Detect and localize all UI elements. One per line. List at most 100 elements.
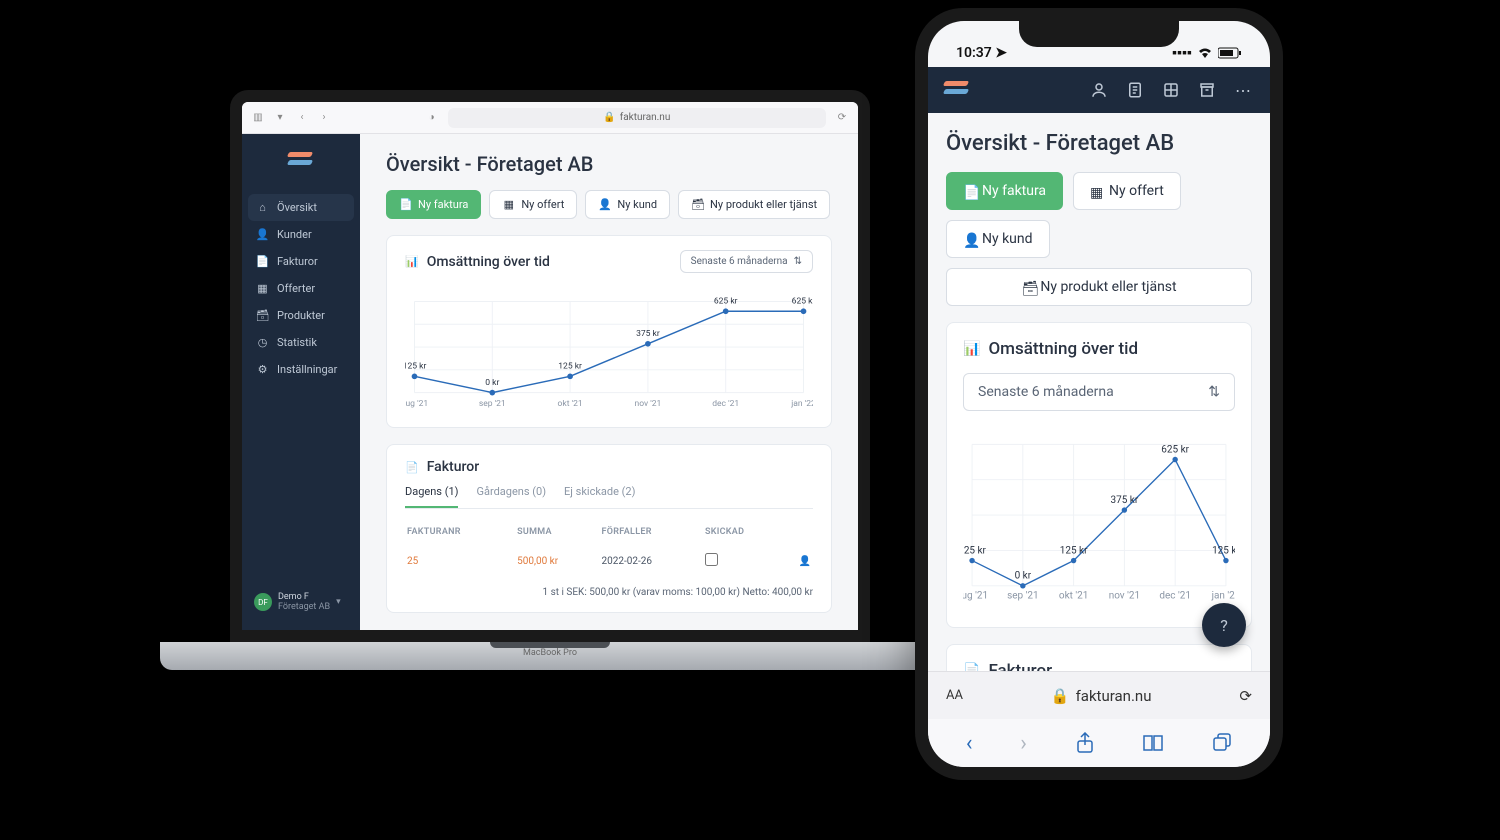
sidebar-item-statistik[interactable]: ◷Statistik xyxy=(242,329,360,356)
chart-icon: 📊 xyxy=(963,341,980,357)
sidebar-item-oversikt[interactable]: ⌂Översikt xyxy=(248,194,354,221)
bookmarks-icon[interactable] xyxy=(1142,734,1164,752)
tab-gardagens[interactable]: Gårdagens (0) xyxy=(476,485,546,508)
svg-text:125 kr: 125 kr xyxy=(558,362,582,372)
file-icon: 📄 xyxy=(963,663,980,671)
url-text: fakturan.nu xyxy=(620,112,671,123)
svg-text:jan '22: jan '22 xyxy=(1211,591,1235,602)
user-icon: 👤 xyxy=(598,198,611,211)
svg-text:nov '21: nov '21 xyxy=(1109,591,1140,602)
card-title: Fakturor xyxy=(427,459,479,475)
sidebar-item-kunder[interactable]: 👤Kunder xyxy=(242,221,360,248)
sidebar-toggle-icon[interactable]: ▥ xyxy=(252,112,264,124)
file-icon: 📄 xyxy=(256,255,269,268)
page-title: Översikt - Företaget AB xyxy=(946,131,1252,156)
archive-icon: 🗃 xyxy=(256,309,269,322)
invoices-card: 📄 Fakturor Dagens (1) Gårdagens (0) Ej s… xyxy=(386,444,832,613)
tab-dagens[interactable]: Dagens (1) xyxy=(405,485,458,508)
svg-text:okt '21: okt '21 xyxy=(558,399,583,409)
archive-icon: 🗃 xyxy=(691,198,704,211)
reload-icon[interactable]: ⟳ xyxy=(1239,687,1252,705)
table-row[interactable]: 25 500,00 kr 2022-02-26 👤 xyxy=(407,545,811,577)
svg-text:sep '21: sep '21 xyxy=(1007,591,1038,602)
help-fab[interactable]: ? xyxy=(1202,603,1246,647)
card-title: Fakturor xyxy=(988,661,1052,671)
share-icon[interactable] xyxy=(1075,732,1095,754)
grid-icon: ▦ xyxy=(502,198,515,211)
header-more-icon[interactable]: ⋯ xyxy=(1232,79,1254,101)
chart-icon: 📊 xyxy=(405,255,419,268)
sent-checkbox[interactable] xyxy=(705,553,718,566)
turnover-card: 📊 Omsättning över tid Senaste 6 månadern… xyxy=(946,322,1252,628)
range-select[interactable]: Senaste 6 månaderna⇅ xyxy=(963,373,1235,411)
gear-icon: ⚙ xyxy=(256,363,269,376)
turnover-chart: 125 kr0 kr125 kr375 kr625 kr625 kraug '2… xyxy=(405,283,813,413)
shield-icon[interactable]: ◑ xyxy=(426,112,438,124)
lock-icon: 🔒 xyxy=(1051,687,1070,705)
tab-ej-skickade[interactable]: Ej skickade (2) xyxy=(564,485,635,508)
svg-text:375 kr: 375 kr xyxy=(636,329,660,339)
chevron-down-icon: ▾ xyxy=(336,597,341,607)
laptop-mockup: ▥ ▾ ‹ › ◑ 🔒 fakturan.nu ⟳ ⌂Översikt 👤Kun… xyxy=(160,90,940,730)
sidebar-item-produkter[interactable]: 🗃Produkter xyxy=(242,302,360,329)
clock-icon: ◷ xyxy=(256,336,269,349)
new-invoice-button[interactable]: 📄Ny faktura xyxy=(386,190,481,219)
app-logo xyxy=(288,152,314,170)
header-file-icon[interactable] xyxy=(1124,79,1146,101)
sidebar-item-installningar[interactable]: ⚙Inställningar xyxy=(242,356,360,383)
new-quote-button[interactable]: ▦Ny offert xyxy=(1073,172,1181,210)
safari-toolbar: ▥ ▾ ‹ › ◑ 🔒 fakturan.nu ⟳ xyxy=(242,102,858,134)
svg-text:jan '22: jan '22 xyxy=(790,399,813,409)
svg-text:dec '21: dec '21 xyxy=(712,399,739,409)
new-quote-button[interactable]: ▦Ny offert xyxy=(489,190,577,219)
address-bar[interactable]: 🔒 fakturan.nu xyxy=(448,108,826,128)
header-archive-icon[interactable] xyxy=(1196,79,1218,101)
text-size-icon[interactable]: AA xyxy=(946,688,963,703)
back-icon[interactable]: ‹ xyxy=(296,112,308,124)
svg-text:125 kr: 125 kr xyxy=(963,545,987,556)
location-icon: ➤ xyxy=(995,45,1007,61)
new-invoice-button[interactable]: 📄Ny faktura xyxy=(946,172,1063,210)
back-icon[interactable]: ‹ xyxy=(966,731,973,756)
svg-text:0 kr: 0 kr xyxy=(1015,571,1032,582)
select-arrows-icon: ⇅ xyxy=(1208,384,1220,400)
file-icon: 📄 xyxy=(405,461,419,474)
svg-text:625 kr: 625 kr xyxy=(1161,444,1189,455)
new-customer-button[interactable]: 👤Ny kund xyxy=(585,190,670,219)
range-select[interactable]: Senaste 6 månaderna⇅ xyxy=(680,250,813,273)
svg-text:aug '21: aug '21 xyxy=(963,591,988,602)
invoice-number-link[interactable]: 25 xyxy=(407,545,515,577)
sidebar-item-fakturor[interactable]: 📄Fakturor xyxy=(242,248,360,275)
new-product-button[interactable]: 🗃Ny produkt eller tjänst xyxy=(946,268,1252,306)
select-arrows-icon: ⇅ xyxy=(794,256,802,267)
user-icon: 👤 xyxy=(963,233,976,246)
tabs-icon[interactable] xyxy=(1212,733,1232,753)
header-user-icon[interactable] xyxy=(1088,79,1110,101)
new-customer-button[interactable]: 👤Ny kund xyxy=(946,220,1050,258)
new-product-button[interactable]: 🗃Ny produkt eller tjänst xyxy=(678,190,830,219)
turnover-card: 📊 Omsättning över tid Senaste 6 månadern… xyxy=(386,235,832,428)
phone-mockup: 10:37 ➤ ▪▪▪▪ ⋯ Översikt - Företaget AB 📄… xyxy=(915,8,1283,780)
svg-text:sep '21: sep '21 xyxy=(479,399,506,409)
forward-icon[interactable]: › xyxy=(318,112,330,124)
url-text: fakturan.nu xyxy=(1076,687,1152,705)
avatar: DF xyxy=(254,593,272,611)
svg-text:aug '21: aug '21 xyxy=(405,399,428,409)
reload-icon[interactable]: ⟳ xyxy=(836,112,848,124)
svg-text:125 kr: 125 kr xyxy=(1212,545,1235,556)
invoices-card: 📄 Fakturor Dagens (0) Gårdagens (0) Ej s… xyxy=(946,644,1252,671)
dropdown-icon[interactable]: ▾ xyxy=(274,112,286,124)
mobile-address-bar[interactable]: AA 🔒 fakturan.nu ⟳ xyxy=(928,671,1270,719)
forward-icon[interactable]: › xyxy=(1020,731,1027,756)
invoice-summary: 1 st i SEK: 500,00 kr (varav moms: 100,0… xyxy=(405,587,813,598)
invoice-table: FAKTURANR SUMMA FÖRFALLER SKICKAD 25 500… xyxy=(405,519,813,579)
user-icon[interactable]: 👤 xyxy=(799,556,811,567)
archive-icon: 🗃 xyxy=(1021,281,1034,294)
card-title: Omsättning över tid xyxy=(427,254,550,270)
header-grid-icon[interactable] xyxy=(1160,79,1182,101)
sidebar-item-offerter[interactable]: ▦Offerter xyxy=(242,275,360,302)
svg-text:625 kr: 625 kr xyxy=(792,297,813,307)
sidebar-user-menu[interactable]: DF Demo FFöretaget AB ▾ xyxy=(242,584,360,620)
sidebar: ⌂Översikt 👤Kunder 📄Fakturor ▦Offerter 🗃P… xyxy=(242,134,360,630)
grid-icon: ▦ xyxy=(256,282,269,295)
